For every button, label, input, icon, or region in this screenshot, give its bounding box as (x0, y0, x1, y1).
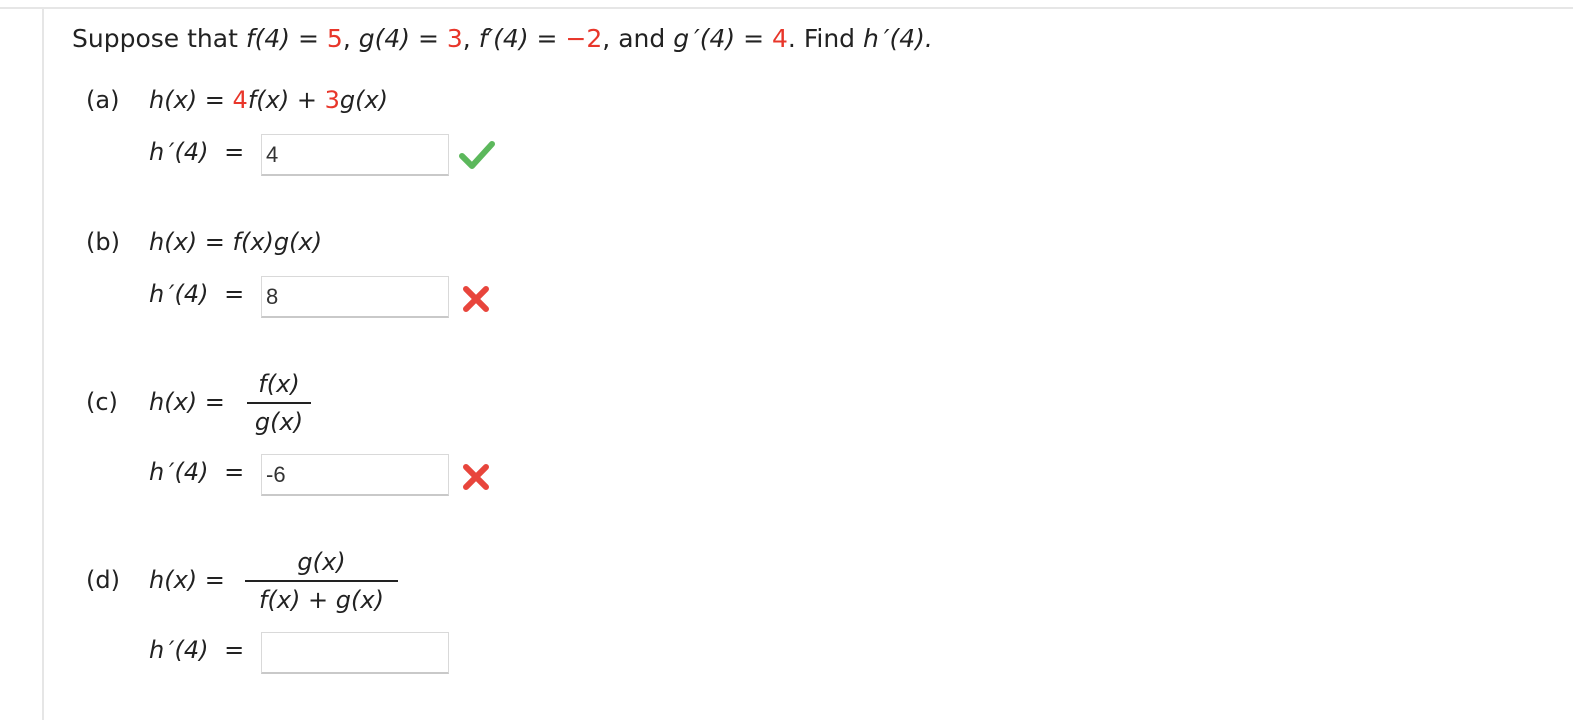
equals-sign: = (417, 24, 439, 53)
equals-sign: = (298, 24, 319, 53)
fprime-at-4-value: −2 (565, 24, 603, 53)
coefficient-g: 3 (324, 86, 340, 114)
target-derivative: h ′(4). (862, 24, 933, 53)
equals-sign: = (204, 566, 225, 594)
fraction-c: f(x) g(x) (247, 368, 311, 438)
gprime-at-4-value: 4 (772, 24, 788, 53)
answer-row-a: h ′(4) = 4 (149, 134, 495, 176)
answer-row-c: h ′(4) = -6 (149, 454, 489, 496)
fraction-bar (245, 580, 398, 582)
answer-row-b: h ′(4) = 8 (149, 276, 489, 318)
answer-label: h ′(4) (149, 138, 209, 166)
fraction-numerator: g(x) (297, 548, 346, 576)
x-mark-icon (463, 286, 489, 312)
answer-input-a[interactable]: 4 (261, 134, 449, 176)
fraction-denominator: f(x) + g(x) (259, 586, 384, 614)
fraction-denominator: g(x) (254, 408, 304, 436)
plus-sign: + (296, 86, 317, 114)
function-definition: h(x) = (149, 566, 225, 594)
fraction-numerator: f(x) (258, 370, 300, 398)
equals-sign: = (224, 458, 245, 486)
f-at-4: f(4) (245, 24, 291, 53)
answer-row-d: h ′(4) = (149, 632, 449, 674)
problem-prefix: Suppose that (72, 24, 246, 53)
equals-sign: = (204, 86, 225, 114)
part-label: (a) (86, 86, 120, 114)
check-icon (459, 141, 495, 169)
part-label: (b) (86, 228, 120, 256)
function-expression: f(x)g(x) (232, 228, 323, 256)
x-mark-icon (463, 464, 489, 490)
fraction-bar (247, 402, 311, 404)
answer-input-d[interactable] (261, 632, 449, 674)
g-at-4-value: 3 (446, 24, 463, 53)
and-text: and (618, 24, 666, 53)
function-lhs: h(x) (149, 566, 198, 594)
function-definition: h(x) = 4f(x) + 3g(x) (149, 86, 388, 114)
f-at-4-value: 5 (326, 24, 343, 53)
comma: , (462, 24, 471, 53)
equals-sign: = (204, 228, 225, 256)
answer-label: h ′(4) (149, 280, 209, 308)
term-f: f(x) (247, 86, 290, 114)
function-lhs: h(x) (149, 86, 198, 114)
answer-input-b[interactable]: 8 (261, 276, 449, 318)
equals-sign: = (536, 24, 558, 53)
problem-statement: Suppose that f(4) = 5, g(4) = 3, f′(4) =… (72, 22, 933, 56)
left-divider (42, 9, 44, 720)
part-label: (d) (86, 566, 120, 594)
function-definition: h(x) = (149, 388, 225, 416)
fprime-at-4: f′(4) (478, 24, 529, 53)
equals-sign: = (743, 24, 765, 53)
find-text: . Find (787, 24, 863, 53)
answer-label: h ′(4) (149, 636, 209, 664)
g-at-4: g(4) (358, 24, 411, 53)
comma: , (342, 24, 351, 53)
top-divider (0, 7, 1573, 9)
equals-sign: = (224, 636, 245, 664)
answer-input-c[interactable]: -6 (261, 454, 449, 496)
equals-sign: = (224, 138, 245, 166)
gprime-at-4: g ′(4) (673, 24, 736, 53)
equals-sign: = (224, 280, 245, 308)
term-g: g(x) (339, 86, 389, 114)
fraction-d: g(x) f(x) + g(x) (245, 546, 398, 616)
function-definition: h(x) = f(x)g(x) (149, 228, 322, 256)
answer-label: h ′(4) (149, 458, 209, 486)
part-label: (c) (86, 388, 118, 416)
coefficient-f: 4 (232, 86, 248, 114)
function-lhs: h(x) (149, 388, 198, 416)
function-lhs: h(x) (149, 228, 198, 256)
equals-sign: = (204, 388, 225, 416)
comma: , (602, 24, 611, 53)
